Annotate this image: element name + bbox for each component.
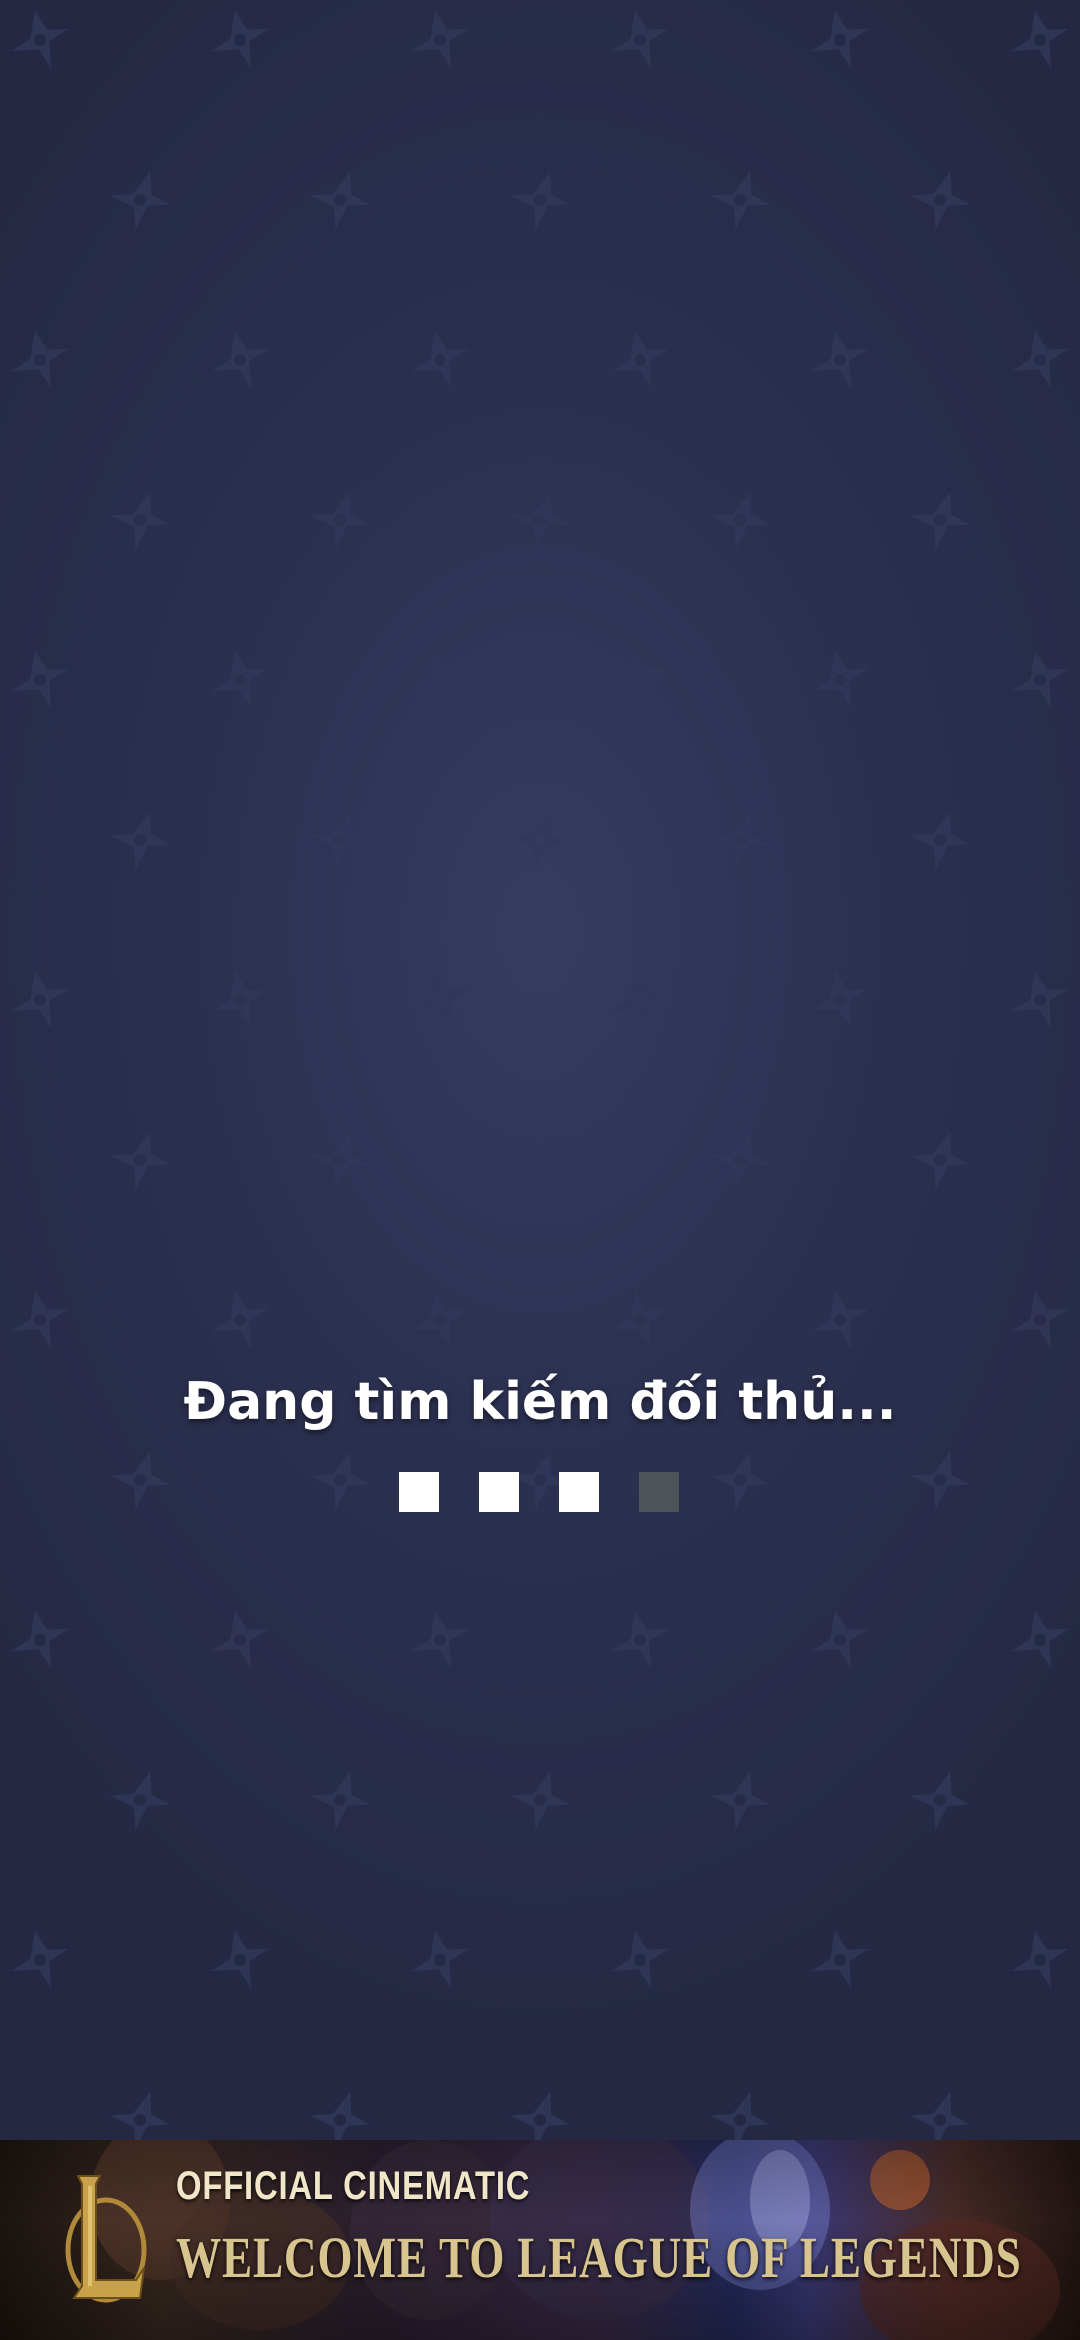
ad-banner[interactable]: OFFICIAL CINEMATIC WELCOME TO LEAGUE OF … bbox=[0, 2140, 1080, 2340]
banner-title: WELCOME TO LEAGUE OF LEGENDS bbox=[176, 2225, 1022, 2290]
loading-square-filled bbox=[399, 1472, 439, 1512]
loading-progress-indicator bbox=[399, 1472, 681, 1514]
loading-square-filled bbox=[479, 1472, 519, 1512]
banner-subtitle: OFFICIAL CINEMATIC bbox=[176, 2164, 531, 2208]
searching-opponent-text: Đang tìm kiếm đối thủ... bbox=[183, 1372, 897, 1432]
matchmaking-screen: Đang tìm kiếm đối thủ... OFFICIAL CINEMA… bbox=[0, 0, 1080, 2340]
league-of-legends-logo bbox=[65, 2175, 147, 2303]
loading-square-filled bbox=[559, 1472, 599, 1512]
shuriken-pattern-background bbox=[5, 5, 1075, 2140]
loading-square-empty bbox=[639, 1472, 679, 1512]
